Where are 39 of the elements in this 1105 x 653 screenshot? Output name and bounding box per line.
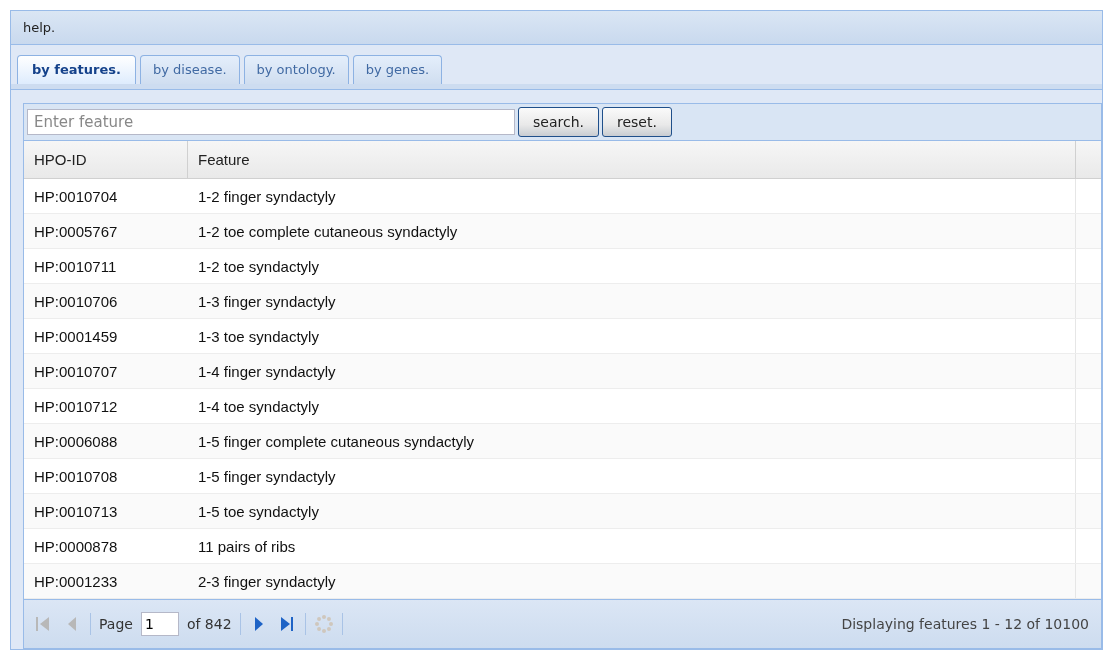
- table-cell: 1-2 finger syndactyly: [198, 187, 336, 205]
- table-cell: HP:0010708: [34, 467, 118, 485]
- table-cell: HP:0010713: [34, 502, 118, 520]
- table-cell: 1-4 toe syndactyly: [198, 397, 319, 415]
- table-cell: 1-3 finger syndactyly: [198, 292, 336, 310]
- refresh-icon[interactable]: [313, 614, 334, 634]
- page-count: of 842: [186, 616, 232, 632]
- table-cell: 1-3 toe syndactyly: [198, 327, 319, 345]
- table-cell: 1-5 toe syndactyly: [198, 502, 319, 520]
- page-field[interactable]: 1: [140, 612, 179, 636]
- toolbar-button[interactable]: search.: [518, 107, 599, 137]
- search-field[interactable]: Enter feature: [27, 109, 515, 135]
- table-cell: HP:0000878: [34, 537, 118, 555]
- table-cell: 1-5 finger complete cutaneous syndactyly: [198, 432, 474, 450]
- table-cell: 1-5 finger syndactyly: [198, 467, 336, 485]
- column-header[interactable]: Feature: [188, 141, 1076, 178]
- toolbar-button[interactable]: reset.: [601, 107, 672, 137]
- tab[interactable]: by ontology.: [243, 55, 349, 84]
- table-cell: HP:0010707: [34, 362, 118, 380]
- page-label: Page: [99, 616, 133, 632]
- table-cell: 1-2 toe syndactyly: [198, 257, 319, 275]
- tab[interactable]: by features.: [17, 55, 136, 84]
- table-cell: HP:0005767: [34, 222, 118, 240]
- table-cell: 1-4 finger syndactyly: [198, 362, 336, 380]
- table-cell: HP:0010706: [34, 292, 118, 310]
- table-cell: HP:0010704: [34, 187, 118, 205]
- table-cell: 2-3 finger syndactyly: [198, 572, 336, 590]
- tab[interactable]: by genes.: [352, 55, 443, 84]
- tab[interactable]: by disease.: [139, 55, 240, 84]
- table-cell: 11 pairs of ribs: [198, 537, 296, 555]
- paging-status: Displaying features 1 - 12 of 10100: [841, 616, 1089, 632]
- table-cell: HP:0006088: [34, 432, 118, 450]
- table-cell: 1-2 toe complete cutaneous syndactyly: [198, 222, 458, 240]
- table-cell: HP:0001233: [34, 572, 118, 590]
- table-cell: HP:0010712: [34, 397, 118, 415]
- table-cell: HP:0010711: [34, 257, 117, 275]
- table-cell: HP:0001459: [34, 327, 118, 345]
- panel-title: help.: [11, 11, 1102, 45]
- column-header[interactable]: HPO-ID: [24, 141, 188, 178]
